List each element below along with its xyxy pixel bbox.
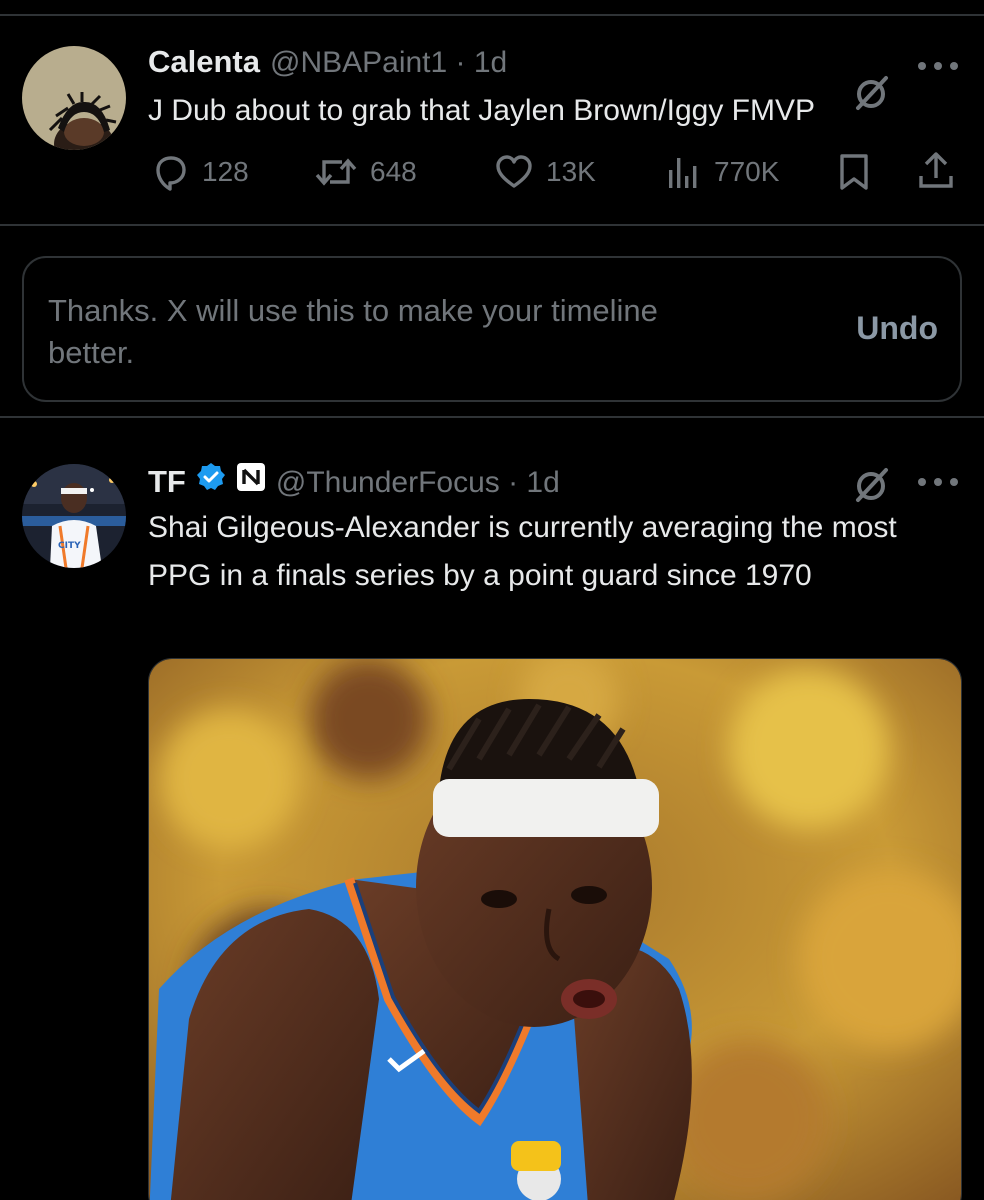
more-options-icon[interactable] — [918, 60, 958, 72]
views-chart-icon — [669, 158, 697, 188]
like-count: 13K — [546, 156, 596, 187]
reply-button[interactable]: 128 — [150, 152, 249, 192]
repost-icon — [315, 158, 357, 186]
feedback-notice: Thanks. X will use this to make your tim… — [22, 256, 962, 402]
avatar[interactable] — [22, 46, 126, 150]
display-name[interactable]: TF — [148, 464, 186, 500]
undo-button[interactable]: Undo — [856, 310, 938, 347]
verified-badge-icon — [196, 462, 226, 492]
views-count: 770K — [714, 156, 780, 187]
bookmark-icon[interactable] — [836, 152, 872, 192]
repost-count: 648 — [370, 156, 417, 187]
repost-button[interactable]: 648 — [314, 152, 417, 192]
more-options-icon[interactable] — [918, 476, 958, 488]
tweet-header: Calenta @NBAPaint1 · 1d — [148, 44, 507, 80]
tweet-header: TF @ThunderFocus · 1d — [148, 462, 560, 500]
notice-text: Thanks. X will use this to make your tim… — [48, 293, 658, 370]
reply-icon — [156, 156, 186, 191]
avatar[interactable]: CITY — [22, 464, 126, 568]
display-name[interactable]: Calenta — [148, 44, 260, 80]
tweet-text: J Dub about to grab that Jaylen Brown/Ig… — [148, 94, 816, 127]
svg-text:CITY: CITY — [58, 541, 81, 551]
top-divider — [0, 14, 984, 16]
grok-icon[interactable] — [852, 464, 892, 504]
like-button[interactable]: 13K — [494, 152, 596, 192]
views-button[interactable]: 770K — [666, 152, 779, 192]
timeline: Calenta @NBAPaint1 · 1d J Dub about to g… — [0, 0, 984, 1200]
heart-icon — [496, 155, 532, 188]
tweet-photo[interactable] — [148, 658, 962, 1200]
handle-timestamp[interactable]: @ThunderFocus · 1d — [276, 466, 560, 500]
handle-timestamp[interactable]: @NBAPaint1 · 1d — [270, 46, 507, 80]
reply-count: 128 — [202, 156, 249, 187]
tweet-divider — [0, 224, 984, 226]
affiliate-badge-icon[interactable] — [236, 462, 266, 492]
share-icon[interactable] — [916, 150, 956, 192]
notice-divider — [0, 416, 984, 418]
tweet-text: Shai Gilgeous-Alexander is currently ave… — [148, 511, 897, 592]
